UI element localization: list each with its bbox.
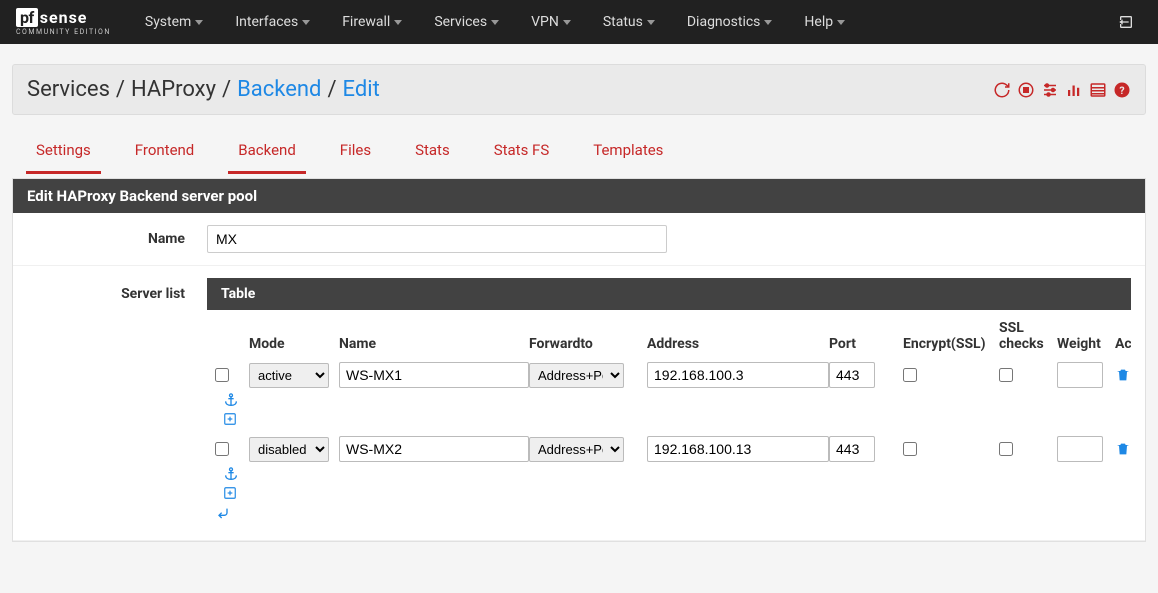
caret-down-icon bbox=[491, 20, 499, 25]
table-scroll[interactable]: Mode Name Forwardto Address Port Encrypt… bbox=[207, 310, 1131, 528]
crumb-services[interactable]: Services bbox=[27, 77, 110, 102]
crumb-backend[interactable]: Backend bbox=[237, 77, 321, 102]
th-mode: Mode bbox=[249, 336, 339, 352]
panel-title: Edit HAProxy Backend server pool bbox=[13, 179, 1145, 213]
row-select-checkbox[interactable] bbox=[215, 368, 229, 382]
caret-down-icon bbox=[837, 20, 845, 25]
trash-icon[interactable] bbox=[1115, 441, 1131, 457]
address-input[interactable] bbox=[647, 362, 829, 388]
row-select-checkbox[interactable] bbox=[215, 442, 229, 456]
name-input[interactable] bbox=[207, 225, 667, 253]
nav-vpn[interactable]: VPN bbox=[517, 4, 585, 40]
caret-down-icon bbox=[647, 20, 655, 25]
address-input[interactable] bbox=[647, 436, 829, 462]
table-title: Table bbox=[207, 278, 1131, 310]
nav-firewall[interactable]: Firewall bbox=[328, 4, 416, 40]
nav-diagnostics[interactable]: Diagnostics bbox=[673, 4, 787, 40]
th-addr: Address bbox=[647, 336, 829, 352]
tab-backend[interactable]: Backend bbox=[228, 133, 306, 174]
th-fwd: Forwardto bbox=[529, 336, 647, 352]
tab-templates[interactable]: Templates bbox=[583, 133, 673, 174]
nav-items: System Interfaces Firewall Services VPN … bbox=[131, 4, 859, 40]
backend-panel: Edit HAProxy Backend server pool Name Se… bbox=[12, 178, 1146, 542]
tab-settings[interactable]: Settings bbox=[26, 133, 101, 174]
restart-service-icon[interactable] bbox=[993, 81, 1011, 99]
serverlist-row: Server list Table Mode Name Forwardto Ad… bbox=[13, 266, 1145, 541]
table-row: disabled Address+Port bbox=[215, 432, 1131, 466]
caret-down-icon bbox=[394, 20, 402, 25]
weight-input[interactable] bbox=[1057, 362, 1103, 388]
plus-box-icon[interactable] bbox=[223, 412, 1131, 426]
name-row: Name bbox=[13, 213, 1145, 266]
caret-down-icon bbox=[302, 20, 310, 25]
weight-input[interactable] bbox=[1057, 436, 1103, 462]
serverlist-label: Server list bbox=[27, 278, 207, 302]
encrypt-checkbox[interactable] bbox=[903, 442, 917, 456]
trash-icon[interactable] bbox=[1115, 367, 1131, 383]
nav-services[interactable]: Services bbox=[420, 4, 513, 40]
anchor-icon[interactable] bbox=[223, 466, 1131, 482]
th-enc: Encrypt(SSL) bbox=[903, 336, 999, 352]
sslchecks-checkbox[interactable] bbox=[999, 368, 1013, 382]
logo: pf sense COMMUNITY EDITION bbox=[16, 8, 111, 36]
breadcrumb-bar: Services / HAProxy / Backend / Edit ? bbox=[12, 64, 1146, 115]
th-sslc: SSL checks bbox=[999, 320, 1057, 352]
table-header: Mode Name Forwardto Address Port Encrypt… bbox=[215, 314, 1131, 358]
logo-pf: pf bbox=[16, 8, 38, 27]
server-name-input[interactable] bbox=[339, 362, 529, 388]
page-action-icons: ? bbox=[993, 81, 1131, 99]
port-input[interactable] bbox=[829, 362, 875, 388]
forwardto-select[interactable]: Address+Port bbox=[529, 363, 624, 388]
port-input[interactable] bbox=[829, 436, 875, 462]
nav-help[interactable]: Help bbox=[790, 4, 859, 40]
tabs: Settings Frontend Backend Files Stats St… bbox=[12, 123, 1146, 174]
forwardto-select[interactable]: Address+Port bbox=[529, 437, 624, 462]
mode-select[interactable]: disabled bbox=[249, 437, 329, 462]
mode-select[interactable]: active bbox=[249, 363, 329, 388]
th-name: Name bbox=[339, 336, 529, 352]
settings-sliders-icon[interactable] bbox=[1041, 81, 1059, 99]
crumb-edit[interactable]: Edit bbox=[343, 77, 380, 102]
stats-bar-icon[interactable] bbox=[1065, 81, 1083, 99]
tab-statsfs[interactable]: Stats FS bbox=[484, 133, 560, 174]
plus-box-icon[interactable] bbox=[223, 486, 1131, 500]
serverlist-table: Table Mode Name Forwardto Address Port E bbox=[207, 278, 1131, 528]
tab-files[interactable]: Files bbox=[330, 133, 381, 174]
caret-down-icon bbox=[563, 20, 571, 25]
stop-service-icon[interactable] bbox=[1017, 81, 1035, 99]
sslchecks-checkbox[interactable] bbox=[999, 442, 1013, 456]
caret-down-icon bbox=[764, 20, 772, 25]
logo-sense: sense bbox=[40, 8, 88, 27]
help-icon[interactable]: ? bbox=[1113, 81, 1131, 99]
nav-interfaces[interactable]: Interfaces bbox=[221, 4, 324, 40]
logout-icon[interactable] bbox=[1110, 6, 1142, 38]
svg-text:?: ? bbox=[1119, 83, 1124, 96]
encrypt-checkbox[interactable] bbox=[903, 368, 917, 382]
top-nav: pf sense COMMUNITY EDITION System Interf… bbox=[0, 0, 1158, 44]
logo-subtitle: COMMUNITY EDITION bbox=[16, 28, 111, 36]
nav-status[interactable]: Status bbox=[589, 4, 669, 40]
anchor-icon[interactable] bbox=[223, 392, 1131, 408]
th-actions: Actions bbox=[1115, 336, 1131, 352]
th-port: Port bbox=[829, 336, 887, 352]
table-row: active Address+Port bbox=[215, 358, 1131, 392]
caret-down-icon bbox=[195, 20, 203, 25]
server-name-input[interactable] bbox=[339, 436, 529, 462]
list-panel-icon[interactable] bbox=[1089, 81, 1107, 99]
tab-stats[interactable]: Stats bbox=[405, 133, 460, 174]
name-label: Name bbox=[27, 231, 207, 247]
nav-system[interactable]: System bbox=[131, 4, 217, 40]
arrow-move-down-icon[interactable] bbox=[215, 506, 1131, 522]
tab-frontend[interactable]: Frontend bbox=[125, 133, 204, 174]
crumb-haproxy[interactable]: HAProxy bbox=[131, 77, 216, 102]
th-weight: Weight bbox=[1057, 336, 1115, 352]
